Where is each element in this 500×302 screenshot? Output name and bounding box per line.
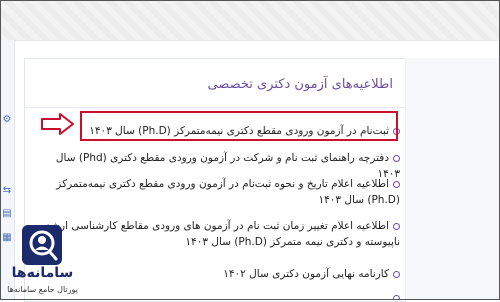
site-logo: سامانه‌ها پورتال جامع سامانه‌ها [0, 225, 85, 300]
panel-title: اطلاعیه‌های آزمون دکتری تخصصی [207, 77, 393, 92]
pointer-arrow-icon [41, 113, 74, 135]
news-item-partial[interactable] [40, 290, 400, 300]
bullet-circle-icon [393, 222, 400, 230]
side-column [405, 58, 500, 300]
bullet-circle-icon [393, 180, 400, 188]
document-icon[interactable]: ▤ [2, 208, 12, 220]
news-item[interactable]: اطلاعیه اعلام تاریخ و نحوه ثبت‌نام در آز… [40, 176, 400, 208]
news-item-link[interactable]: اطلاعیه اعلام تاریخ و نحوه ثبت‌نام در آز… [56, 178, 400, 206]
news-item-link[interactable]: کارنامه نهایی آزمون دکتری سال ۱۴۰۲ [223, 268, 389, 280]
news-item-link[interactable]: اطلاعیه اعلام تغییر زمان ثبت نام در آزمو… [46, 220, 400, 248]
share-icon[interactable]: ⇆ [2, 185, 12, 197]
bullet-circle-icon [393, 270, 400, 278]
settings-gear-icon[interactable]: ⚙ [2, 114, 12, 126]
panel-header: اطلاعیه‌های آزمون دکتری تخصصی [25, 59, 405, 108]
bullet-circle-icon [393, 294, 400, 300]
bullet-circle-icon [393, 154, 400, 162]
logo-subtitle: پورتال جامع سامانه‌ها [7, 285, 78, 294]
logo-name: سامانه‌ها [11, 265, 74, 281]
highlight-frame [80, 111, 398, 141]
logo-badge [22, 225, 62, 265]
news-item[interactable]: اطلاعیه اعلام تغییر زمان ثبت نام در آزمو… [40, 218, 400, 250]
monitor-user-icon [29, 230, 58, 261]
news-item[interactable]: کارنامه نهایی آزمون دکتری سال ۱۴۰۲ [40, 266, 400, 282]
header-banner [0, 0, 500, 41]
